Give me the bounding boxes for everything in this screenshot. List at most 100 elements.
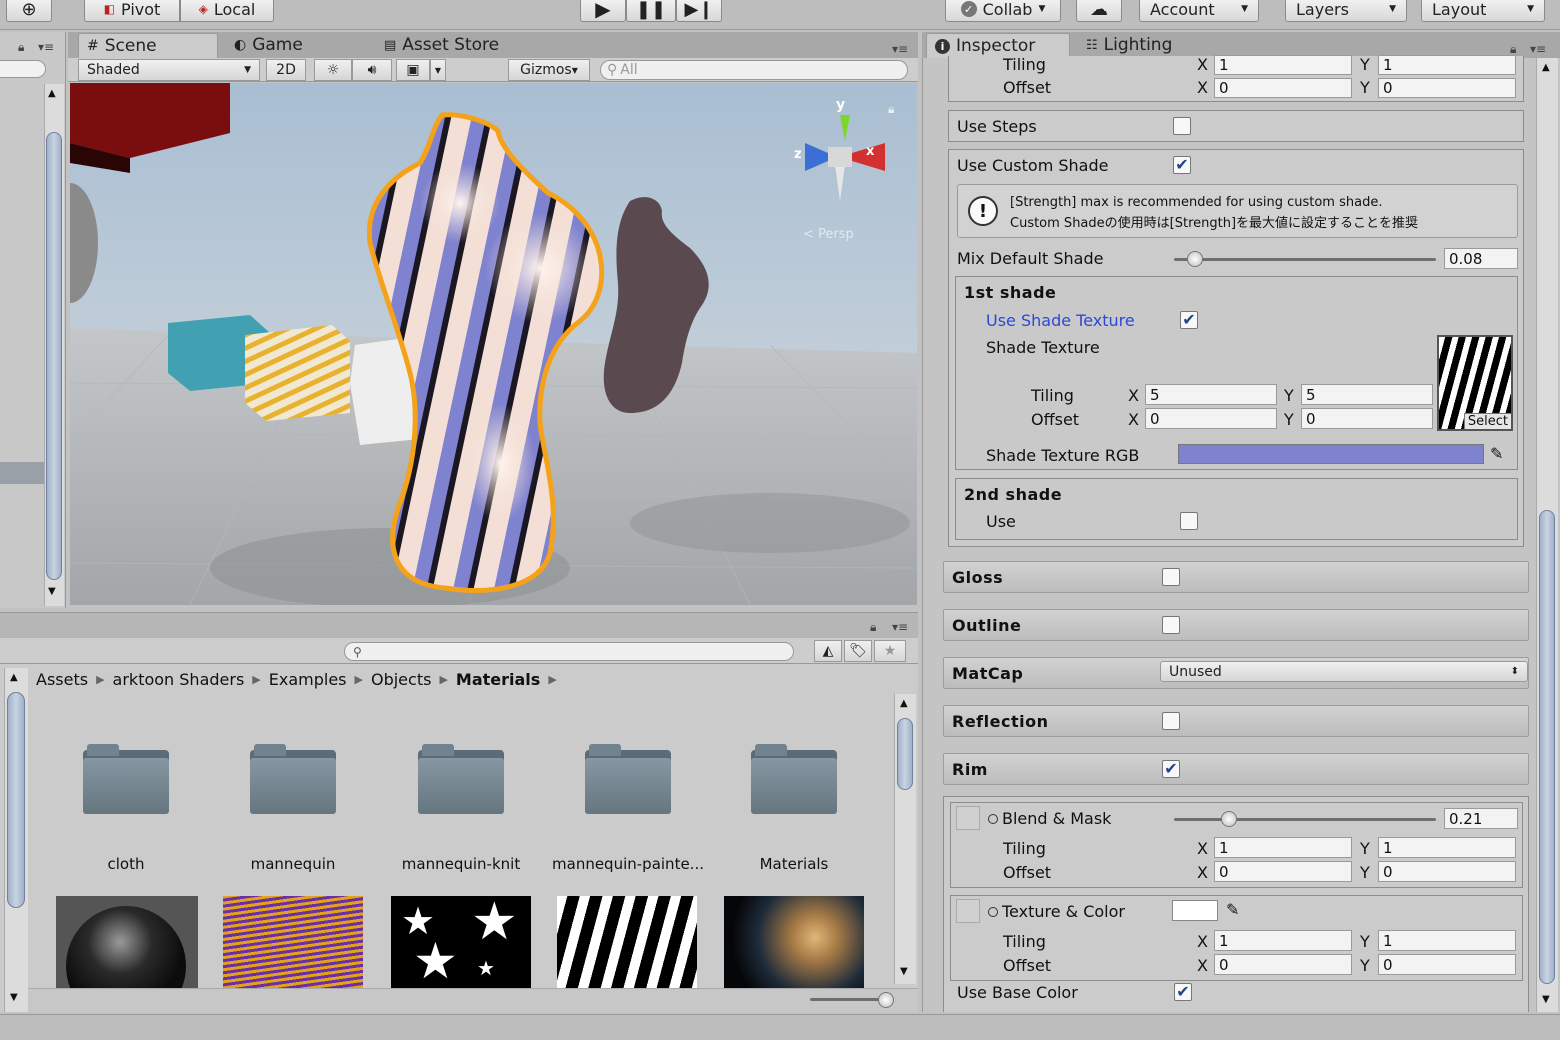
scroll-up-icon[interactable]: ▲	[900, 698, 908, 709]
pivot-button[interactable]: ◧ Pivot	[84, 0, 180, 22]
blend-offset-x-field[interactable]: 0	[1214, 861, 1352, 882]
scroll-up-icon[interactable]: ▲	[48, 88, 56, 99]
scroll-up-icon[interactable]: ▲	[1542, 62, 1550, 73]
texcolor-tiling-x-field[interactable]: 1	[1214, 930, 1352, 951]
play-button[interactable]: ▶	[580, 0, 626, 22]
tiling-y-field[interactable]: 1	[1378, 55, 1516, 75]
toggle-2d-button[interactable]: 2D	[266, 59, 306, 81]
breadcrumb-objects[interactable]: Objects	[371, 670, 431, 689]
breadcrumb-examples[interactable]: Examples	[269, 670, 347, 689]
folder-icon[interactable]	[751, 744, 837, 814]
blend-mask-slider-knob[interactable]	[1221, 811, 1238, 827]
panel-menu-icon[interactable]: ▾≡	[892, 42, 908, 56]
texture-thumbnail-gradient-stripes[interactable]	[223, 896, 363, 988]
breadcrumb-materials[interactable]: Materials	[456, 670, 540, 689]
panel-menu-icon[interactable]: ▾≡	[892, 620, 908, 634]
outline-checkbox[interactable]	[1162, 616, 1180, 634]
mix-default-shade-field[interactable]: 0.08	[1444, 248, 1518, 269]
folder-icon[interactable]	[83, 744, 169, 814]
collab-button[interactable]: ✓ Collab ▼	[945, 0, 1061, 22]
panel-menu-icon[interactable]: ▾≡	[38, 40, 54, 54]
hierarchy-row-highlight[interactable]	[0, 462, 44, 484]
blend-mask-slider-track[interactable]	[1174, 818, 1436, 821]
panel-menu-icon[interactable]: ▾≡	[1530, 42, 1546, 56]
scroll-down-icon[interactable]: ▼	[900, 966, 908, 977]
filter-type-button[interactable]: ◭	[814, 640, 842, 662]
use-base-color-checkbox[interactable]: ✔	[1174, 983, 1192, 1001]
scene-search-input[interactable]: ⚲ All	[600, 60, 908, 80]
cloud-button[interactable]: ☁	[1076, 0, 1122, 22]
scene-viewport[interactable]: y z x < Persp 🔒︎	[70, 83, 917, 605]
project-tree-scroll-thumb[interactable]	[7, 692, 25, 908]
thumbnail-size-slider-knob[interactable]	[878, 992, 894, 1008]
local-button[interactable]: ◈ Local	[180, 0, 274, 22]
pause-button[interactable]: ❚❚	[626, 0, 676, 22]
tab-scene[interactable]: # Scene	[78, 33, 218, 58]
offset-y-field[interactable]: 0	[1378, 78, 1516, 98]
project-grid-scroll-thumb[interactable]	[897, 718, 913, 790]
eyedropper-icon[interactable]: ✎	[1226, 900, 1239, 919]
effects-toggle[interactable]: ▣	[396, 59, 430, 81]
blend-mask-field[interactable]: 0.21	[1444, 808, 1518, 829]
tab-game[interactable]: ◐ Game	[234, 35, 303, 55]
rim-section[interactable]: Rim	[943, 753, 1529, 785]
shade-tiling-x-field[interactable]: 5	[1145, 384, 1277, 405]
scroll-down-icon[interactable]: ▼	[48, 586, 56, 597]
texture-thumbnail-stars[interactable]: ★ ★ ★ ★	[391, 896, 531, 988]
mix-default-shade-slider-knob[interactable]	[1186, 251, 1203, 267]
texcolor-tiling-y-field[interactable]: 1	[1378, 930, 1516, 951]
shading-mode-dropdown[interactable]: Shaded ▼	[78, 59, 260, 81]
shade-tiling-y-field[interactable]: 5	[1301, 384, 1433, 405]
folder-icon[interactable]	[250, 744, 336, 814]
rim-checkbox[interactable]: ✔	[1162, 760, 1180, 778]
tab-inspector[interactable]: i Inspector	[926, 33, 1070, 58]
breadcrumb-assets[interactable]: Assets	[36, 670, 88, 689]
texture-thumbnail-stripes[interactable]	[557, 896, 697, 988]
select-texture-button[interactable]: Select	[1463, 413, 1511, 429]
lock-icon[interactable]: 🔒︎	[18, 40, 24, 55]
scroll-down-icon[interactable]: ▼	[1542, 994, 1550, 1005]
effects-dropdown[interactable]: ▼	[430, 59, 446, 81]
scroll-down-icon[interactable]: ▼	[10, 992, 18, 1003]
reflection-checkbox[interactable]	[1162, 712, 1180, 730]
blend-tiling-y-field[interactable]: 1	[1378, 837, 1516, 858]
shade-offset-y-field[interactable]: 0	[1301, 408, 1433, 429]
breadcrumb-arktoon[interactable]: arktoon Shaders	[113, 670, 245, 689]
inspector-scroll-thumb[interactable]	[1539, 510, 1555, 984]
use-steps-checkbox[interactable]	[1173, 117, 1191, 135]
tiling-x-field[interactable]: 1	[1214, 55, 1352, 75]
texture-color-preview[interactable]	[956, 899, 980, 923]
shade-offset-x-field[interactable]: 0	[1145, 408, 1277, 429]
use-shade-texture-checkbox[interactable]: ✔	[1180, 311, 1198, 329]
texcolor-offset-x-field[interactable]: 0	[1214, 954, 1352, 975]
audio-toggle[interactable]: 🔊︎	[352, 59, 392, 81]
offset-x-field[interactable]: 0	[1214, 78, 1352, 98]
filter-label-button[interactable]: 🏷︎	[844, 640, 872, 662]
blend-tiling-x-field[interactable]: 1	[1214, 837, 1352, 858]
texture-thumbnail-bokeh[interactable]	[724, 896, 864, 988]
mix-default-shade-slider-track[interactable]	[1174, 258, 1436, 261]
hierarchy-scroll-thumb[interactable]	[46, 132, 62, 580]
texture-thumbnail-sphere[interactable]	[56, 896, 198, 988]
transform-tool-button[interactable]: ⊕	[6, 0, 52, 22]
gloss-section[interactable]: Gloss	[943, 561, 1529, 593]
folder-icon[interactable]	[585, 744, 671, 814]
lock-icon[interactable]: 🔒︎	[870, 620, 876, 635]
project-search-input[interactable]: ⚲	[344, 642, 794, 661]
texture-color-swatch[interactable]	[1172, 900, 1218, 921]
lighting-toggle[interactable]: ☼	[314, 59, 352, 81]
gloss-checkbox[interactable]	[1162, 568, 1180, 586]
eyedropper-icon[interactable]: ✎	[1490, 444, 1503, 463]
texcolor-offset-y-field[interactable]: 0	[1378, 954, 1516, 975]
layout-dropdown[interactable]: Layout ▼	[1421, 0, 1545, 22]
layers-dropdown[interactable]: Layers ▼	[1285, 0, 1407, 22]
blend-mask-preview[interactable]	[956, 806, 980, 830]
use-custom-shade-checkbox[interactable]: ✔	[1173, 156, 1191, 174]
shade-texture-slot[interactable]: Select	[1437, 335, 1513, 431]
matcap-dropdown[interactable]: Unused ⬍	[1160, 661, 1528, 682]
outline-section[interactable]: Outline	[943, 609, 1529, 641]
second-shade-use-checkbox[interactable]	[1180, 512, 1198, 530]
tab-lighting[interactable]: ☷ Lighting	[1086, 35, 1172, 55]
folder-icon[interactable]	[418, 744, 504, 814]
gizmos-dropdown[interactable]: Gizmos ▼	[508, 59, 590, 81]
